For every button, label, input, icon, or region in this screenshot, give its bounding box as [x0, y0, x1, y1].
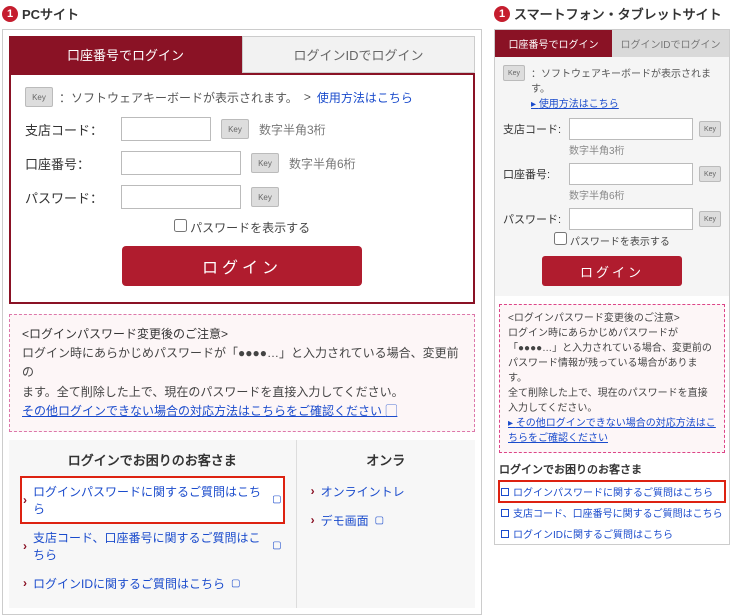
notice-line2: ます。全て削除した上で、現在のパスワードを直接入力してください。 [22, 383, 462, 402]
notice-body: ログイン時にあらかじめパスワードが「●●●●…」と入力されている場合、変更前のパ… [508, 326, 716, 416]
tab-id-login[interactable]: ログインIDでログイン [242, 36, 475, 73]
password-input[interactable] [121, 185, 241, 209]
branch-hint: 数字半角3桁 [259, 121, 326, 138]
badge-one-icon: 1 [494, 6, 510, 22]
chevron-right-icon: › [23, 493, 27, 507]
sp-notice: <ログインパスワード変更後のご注意> ログイン時にあらかじめパスワードが「●●●… [499, 304, 725, 453]
keyboard-icon[interactable]: Key [699, 166, 721, 182]
badge-one-icon: 1 [2, 6, 18, 22]
pc-title-text: PCサイト [22, 4, 79, 23]
kb-usage-link[interactable]: 使用方法はこちら [317, 89, 413, 106]
pc-panel: 口座番号でログイン ログインIDでログイン Key ：ソフトウェアキーボードが表… [2, 29, 482, 615]
sp-help-section: ログインでお困りのお客さま ログインパスワードに関するご質問はこちら 支店コード… [499, 461, 725, 544]
help-left-heading: ログインでお困りのお客さま [21, 450, 284, 469]
external-link-icon: ▢ [272, 540, 281, 551]
help-password-link[interactable]: › ログインパスワードに関するご質問はこちら▢ [21, 477, 284, 523]
keyboard-icon: Key [25, 87, 53, 107]
keyboard-icon[interactable]: Key [699, 211, 721, 227]
pc-section-title: 1 PCサイト [2, 0, 482, 29]
kb-usage-link[interactable]: ▸ 使用方法はこちら [531, 95, 721, 110]
branch-label: 支店コード: [503, 121, 563, 137]
help-right-heading: オンラ [309, 450, 463, 469]
account-label: 口座番号: [503, 166, 563, 182]
keyboard-icon[interactable]: Key [251, 153, 279, 173]
notice-title: <ログインパスワード変更後のご注意> [22, 325, 462, 344]
notice-link[interactable]: ▸ その他ログインできない場合の対応方法はこちらをご確認ください [508, 418, 716, 444]
square-bullet-icon [501, 488, 509, 496]
show-password-checkbox[interactable]: パスワードを表示する [174, 221, 310, 235]
external-link-icon: ▢ [375, 515, 384, 526]
help-demo-link[interactable]: › デモ画面▢ [309, 506, 463, 535]
show-password-label: パスワードを表示する [570, 237, 670, 248]
branch-label: 支店コード： [25, 120, 111, 139]
sp-panel: 口座番号でログイン ログインIDでログイン Key ：ソフトウェアキーボードが表… [494, 29, 730, 545]
help-heading: ログインでお困りのお客さま [499, 461, 725, 477]
sp-title-text: スマートフォン・タブレットサイト [514, 4, 722, 23]
help-branch-account-link[interactable]: › 支店コード、口座番号に関するご質問はこちら▢ [21, 523, 284, 569]
keyboard-icon[interactable]: Key [251, 187, 279, 207]
password-label: パスワード: [503, 211, 563, 227]
account-hint: 数字半角6桁 [289, 155, 356, 172]
external-link-icon: ▢ [385, 404, 397, 418]
keyboard-icon: Key [503, 65, 525, 81]
help-online-trade-link[interactable]: › オンライントレ [309, 477, 463, 506]
kb-link-prefix: > [304, 90, 311, 104]
help-loginid-link[interactable]: ログインIDに関するご質問はこちら [499, 523, 725, 544]
login-button[interactable]: ログイン [122, 246, 362, 286]
notice-line1: ログイン時にあらかじめパスワードが「●●●●…」と入力されている場合、変更前の [22, 344, 462, 382]
external-link-icon: ▢ [272, 494, 281, 505]
notice-title: <ログインパスワード変更後のご注意> [508, 311, 716, 326]
pc-help-section: ログインでお困りのお客さま › ログインパスワードに関するご質問はこちら▢ › … [9, 440, 475, 608]
kb-hint-text: ：ソフトウェアキーボードが表示されます。 [59, 89, 298, 106]
password-input[interactable] [569, 208, 693, 230]
account-label: 口座番号： [25, 154, 111, 173]
chevron-right-icon: › [311, 484, 315, 498]
account-hint: 数字半角6桁 [569, 187, 721, 202]
show-password-input[interactable] [174, 219, 187, 232]
branch-hint: 数字半角3桁 [569, 142, 721, 157]
external-link-icon: ▢ [231, 578, 240, 589]
show-password-label: パスワードを表示する [190, 221, 310, 235]
notice-link[interactable]: その他ログインできない場合の対応方法はこちらをご確認ください ▢ [22, 404, 397, 418]
tab-id-login[interactable]: ログインIDでログイン [612, 30, 729, 57]
sp-section-title: 1 スマートフォン・タブレットサイト [494, 0, 730, 29]
help-password-link[interactable]: ログインパスワードに関するご質問はこちら [499, 481, 725, 502]
keyboard-icon[interactable]: Key [221, 119, 249, 139]
square-bullet-icon [501, 530, 509, 538]
show-password-checkbox[interactable]: パスワードを表示する [554, 237, 670, 248]
keyboard-icon[interactable]: Key [699, 121, 721, 137]
chevron-right-icon: › [23, 576, 27, 590]
pc-login-box: Key ：ソフトウェアキーボードが表示されます。 > 使用方法はこちら 支店コー… [9, 73, 475, 304]
square-bullet-icon [501, 509, 509, 517]
show-password-input[interactable] [554, 232, 567, 245]
pc-notice: <ログインパスワード変更後のご注意> ログイン時にあらかじめパスワードが「●●●… [9, 314, 475, 432]
account-input[interactable] [121, 151, 241, 175]
branch-input[interactable] [569, 118, 693, 140]
kb-hint-text: ：ソフトウェアキーボードが表示されます。 [531, 69, 711, 95]
login-button[interactable]: ログイン [542, 256, 682, 286]
tab-account-login[interactable]: 口座番号でログイン [9, 36, 242, 73]
tab-account-login[interactable]: 口座番号でログイン [495, 30, 612, 57]
help-loginid-link[interactable]: › ログインIDに関するご質問はこちら▢ [21, 569, 284, 598]
password-label: パスワード： [25, 188, 111, 207]
branch-input[interactable] [121, 117, 211, 141]
chevron-right-icon: › [23, 539, 27, 553]
chevron-right-icon: › [311, 513, 315, 527]
help-branch-account-link[interactable]: 支店コード、口座番号に関するご質問はこちら [499, 502, 725, 523]
account-input[interactable] [569, 163, 693, 185]
